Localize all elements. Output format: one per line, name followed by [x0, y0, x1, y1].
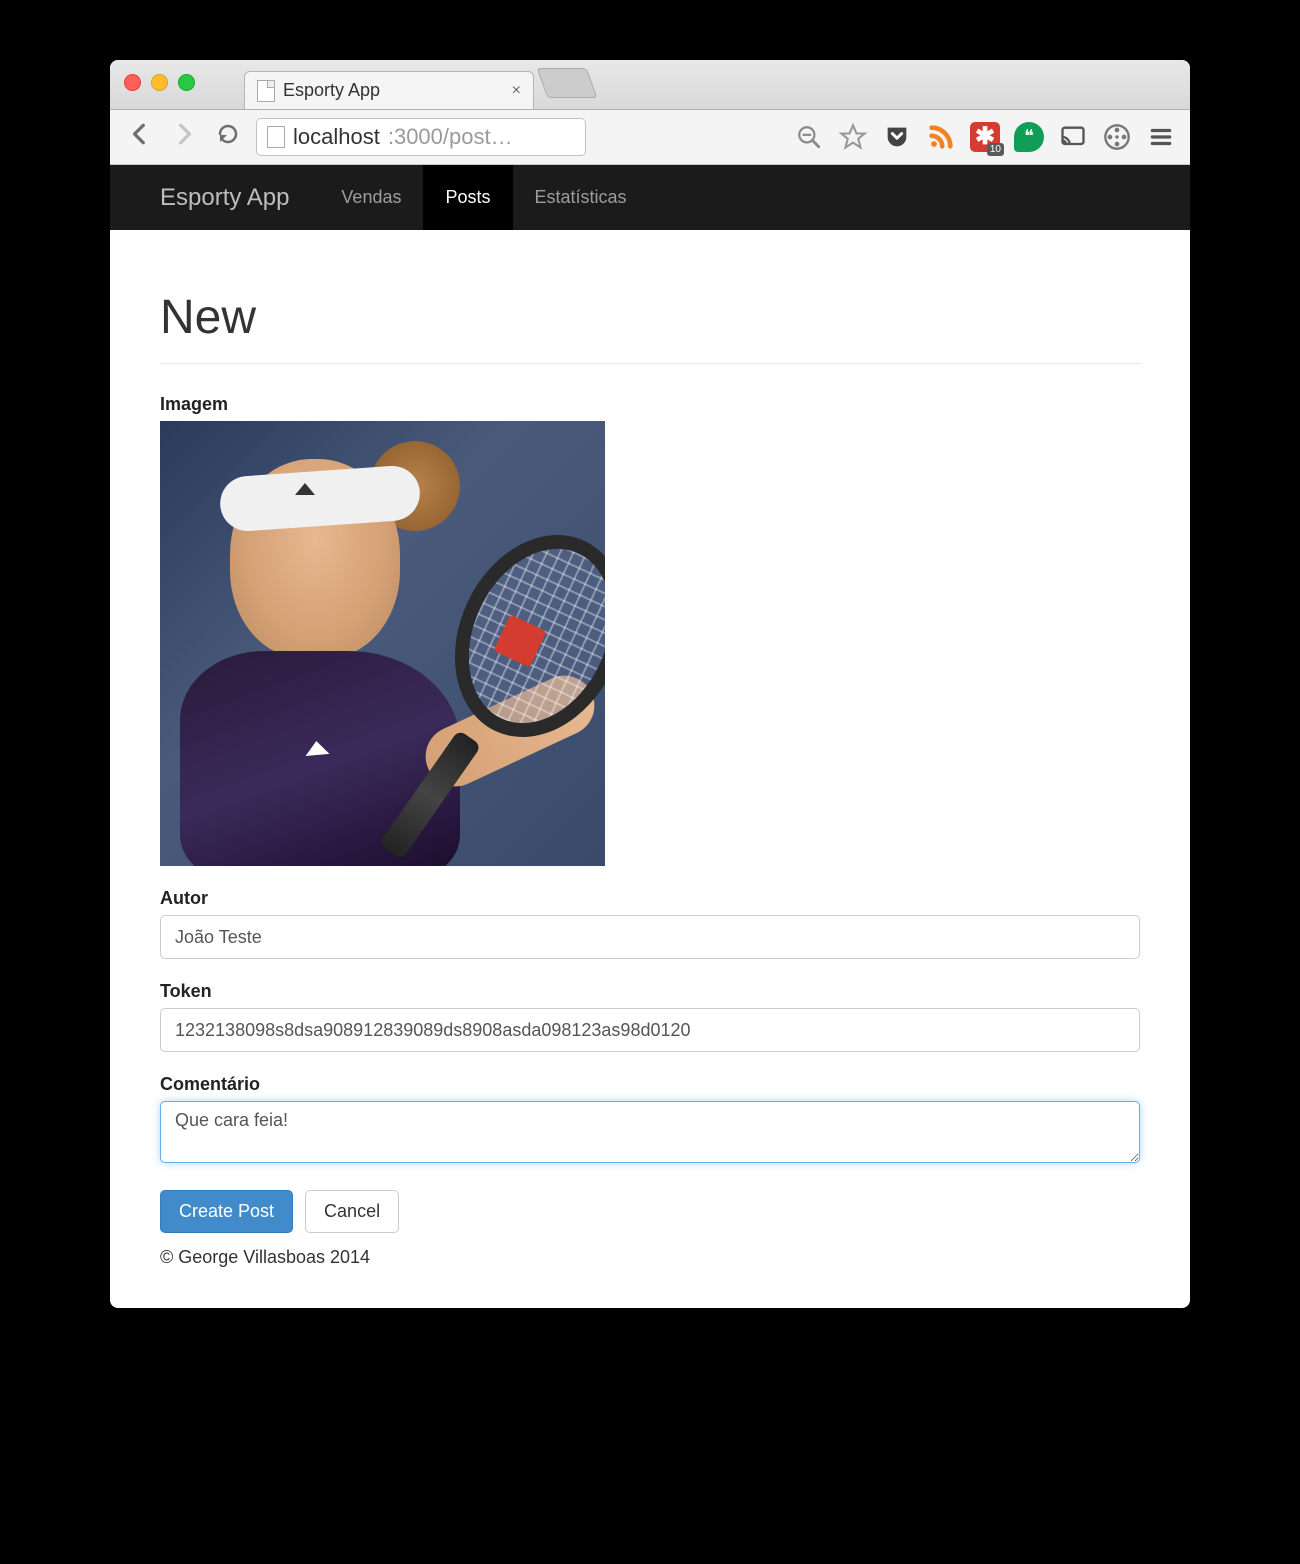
bookmark-star-icon[interactable] [838, 122, 868, 152]
divider [160, 363, 1140, 364]
url-host: localhost [293, 124, 380, 150]
shirt-logo [304, 740, 329, 758]
tab-close-icon[interactable]: × [512, 82, 521, 100]
tab-title: Esporty App [283, 80, 380, 101]
browser-menu-icon[interactable] [1146, 122, 1176, 152]
pocket-extension-icon[interactable] [882, 122, 912, 152]
browser-tab[interactable]: Esporty App × [244, 71, 534, 109]
asterisk-extension-icon[interactable]: ✱ 10 [970, 122, 1000, 152]
post-image [160, 421, 605, 866]
browser-window: Esporty App × localhost :3000/post… [110, 60, 1190, 1308]
titlebar: Esporty App × [110, 60, 1190, 110]
comentario-group: Comentário [160, 1074, 1140, 1168]
comentario-label: Comentário [160, 1074, 1140, 1095]
window-zoom-button[interactable] [178, 74, 195, 91]
browser-toolbar: localhost :3000/post… ✱ 10 ❝ [110, 110, 1190, 165]
create-post-button[interactable]: Create Post [160, 1190, 293, 1233]
autor-input[interactable] [160, 915, 1140, 959]
page-icon [257, 80, 275, 102]
film-reel-extension-icon[interactable] [1102, 122, 1132, 152]
back-button[interactable] [124, 121, 156, 154]
nav-link-vendas[interactable]: Vendas [319, 165, 423, 230]
image-group: Imagem [160, 394, 1140, 866]
new-tab-button[interactable] [537, 68, 598, 98]
token-input[interactable] [160, 1008, 1140, 1052]
cast-extension-icon[interactable] [1058, 122, 1088, 152]
button-row: Create Post Cancel [160, 1190, 1140, 1233]
window-minimize-button[interactable] [151, 74, 168, 91]
traffic-lights [124, 74, 195, 91]
url-bar[interactable]: localhost :3000/post… [256, 118, 586, 156]
token-label: Token [160, 981, 1140, 1002]
page-content: New Imagem Autor Token [110, 230, 1190, 1308]
extension-badge: 10 [987, 143, 1004, 156]
zoom-out-icon[interactable] [794, 122, 824, 152]
brand[interactable]: Esporty App [160, 184, 289, 212]
rss-extension-icon[interactable] [926, 122, 956, 152]
nav-link-posts[interactable]: Posts [423, 165, 512, 230]
page-title: New [160, 290, 1140, 345]
comentario-textarea[interactable] [160, 1101, 1140, 1163]
hangouts-extension-icon[interactable]: ❝ [1014, 122, 1044, 152]
autor-group: Autor [160, 888, 1140, 959]
url-path: :3000/post… [388, 124, 513, 150]
image-label: Imagem [160, 394, 1140, 415]
cancel-button[interactable]: Cancel [305, 1190, 399, 1233]
token-group: Token [160, 981, 1140, 1052]
nav-link-estatisticas[interactable]: Estatísticas [513, 165, 649, 230]
toolbar-icons: ✱ 10 ❝ [794, 122, 1176, 152]
reload-button[interactable] [212, 121, 244, 153]
window-close-button[interactable] [124, 74, 141, 91]
footer-text: © George Villasboas 2014 [160, 1247, 1140, 1268]
forward-button[interactable] [168, 121, 200, 154]
page-icon [267, 126, 285, 148]
autor-label: Autor [160, 888, 1140, 909]
app-navbar: Esporty App Vendas Posts Estatísticas [110, 165, 1190, 230]
